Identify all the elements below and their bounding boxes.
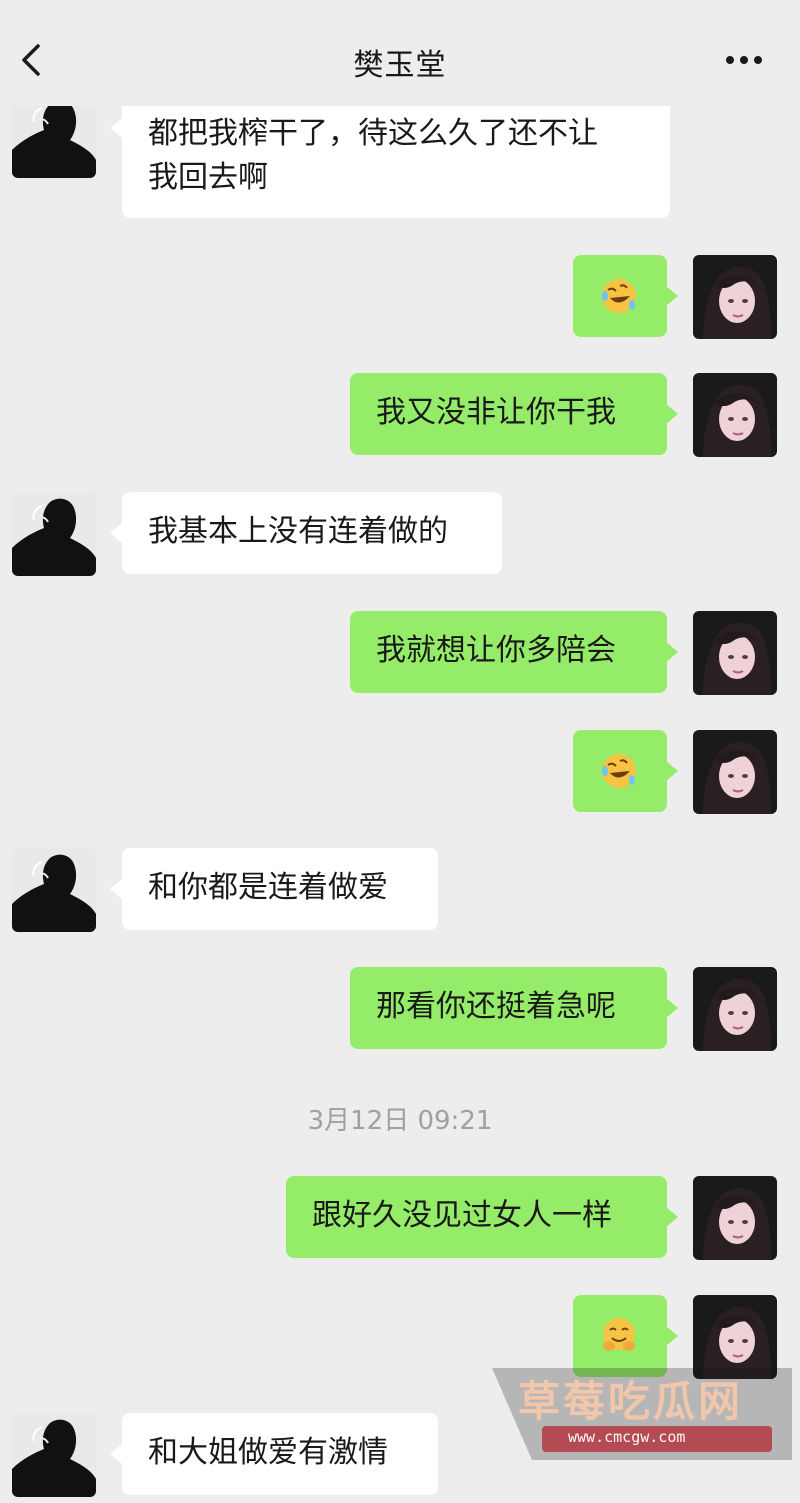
incoming-message[interactable]: 我基本上没有连着做的: [122, 492, 502, 574]
outgoing-message[interactable]: 我就想让你多陪会: [350, 611, 667, 693]
more-dots-icon[interactable]: [724, 50, 764, 70]
my-avatar[interactable]: [693, 1295, 777, 1379]
bubble-tail: [666, 761, 678, 781]
incoming-message[interactable]: 都把我榨干了，待这么久了还不让 我回去啊: [122, 96, 670, 218]
incoming-message[interactable]: 和你都是连着做爱: [122, 848, 438, 930]
incoming-message[interactable]: 和大姐做爱有激情: [122, 1413, 438, 1495]
watermark: 草莓吃瓜网 www.cmcgw.com: [492, 1368, 792, 1460]
my-avatar[interactable]: [693, 1176, 777, 1260]
bubble-tail: [666, 1207, 678, 1227]
my-avatar[interactable]: [693, 373, 777, 457]
chat-title: 樊玉堂: [353, 48, 447, 83]
bubble-tail: [110, 118, 122, 138]
bubble-tail: [110, 879, 122, 899]
contact-avatar[interactable]: [12, 492, 96, 576]
my-avatar[interactable]: [693, 967, 777, 1051]
my-avatar[interactable]: [693, 730, 777, 814]
watermark-name: 草莓吃瓜网: [518, 1377, 744, 1426]
outgoing-emoji-message[interactable]: [573, 730, 667, 812]
outgoing-message[interactable]: 那看你还挺着急呢: [350, 967, 667, 1049]
my-avatar[interactable]: [693, 611, 777, 695]
rolling-laughing-emoji-icon: [599, 751, 639, 791]
my-avatar[interactable]: [693, 255, 777, 339]
bubble-tail: [110, 523, 122, 543]
contact-avatar[interactable]: [12, 848, 96, 932]
outgoing-message[interactable]: 我又没非让你干我: [350, 373, 667, 455]
rolling-laughing-emoji-icon: [599, 276, 639, 316]
outgoing-emoji-message[interactable]: [573, 1295, 667, 1377]
watermark-url: www.cmcgw.com: [568, 1428, 686, 1446]
bubble-tail: [666, 642, 678, 662]
contact-avatar[interactable]: [12, 94, 96, 178]
bubble-tail: [666, 998, 678, 1018]
timestamp-divider: 3月12日 09:21: [307, 1106, 493, 1136]
bubble-tail: [110, 1444, 122, 1464]
outgoing-message[interactable]: 跟好久没见过女人一样: [286, 1176, 667, 1258]
contact-avatar[interactable]: [12, 1413, 96, 1497]
outgoing-emoji-message[interactable]: [573, 255, 667, 337]
bubble-tail: [666, 404, 678, 424]
bubble-tail: [666, 1326, 678, 1346]
hugging-face-emoji-icon: [599, 1316, 639, 1356]
bubble-tail: [666, 286, 678, 306]
chat-header: 樊玉堂: [0, 0, 800, 106]
